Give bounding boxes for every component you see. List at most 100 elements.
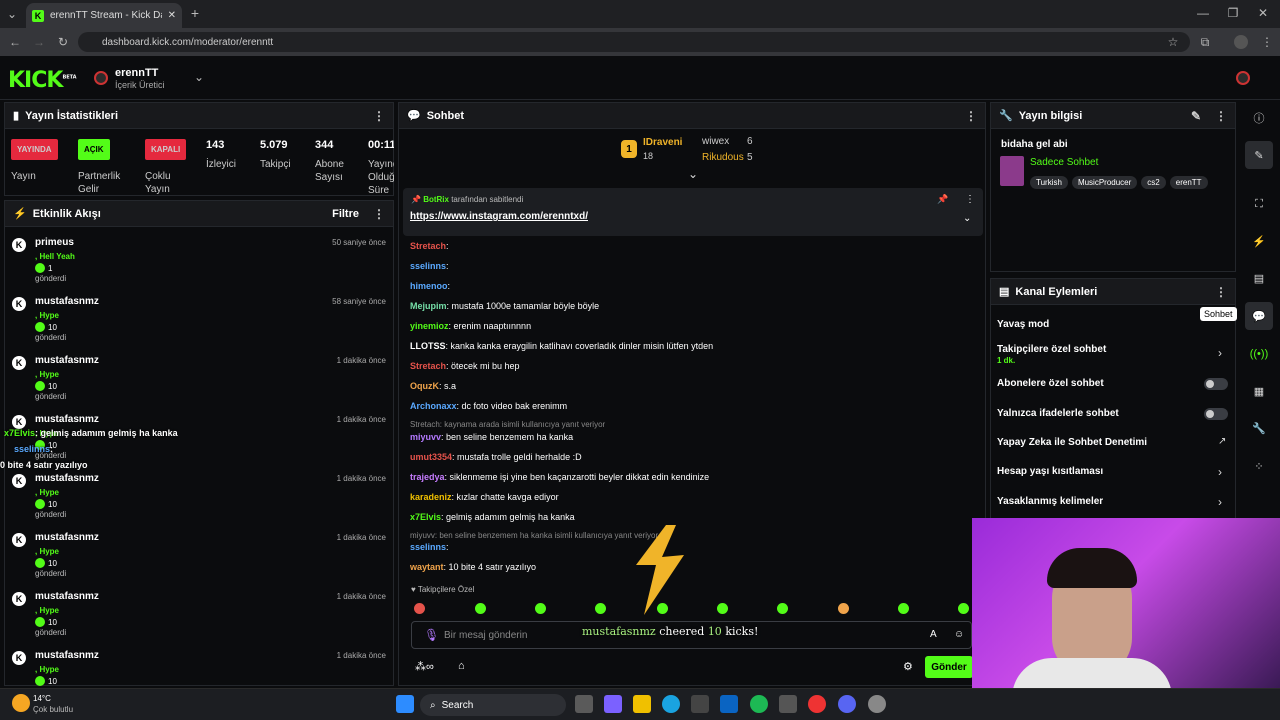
chat-username[interactable]: yinemioz (410, 321, 449, 331)
activity-user[interactable]: mustafasnmz (35, 650, 99, 661)
pinned-expand-icon[interactable]: ⌄ (963, 213, 971, 224)
file-explorer-icon[interactable] (633, 695, 651, 713)
subs-chat-toggle[interactable] (1204, 378, 1228, 390)
forward-icon[interactable]: → (32, 35, 46, 49)
send-button[interactable]: Gönder (925, 656, 973, 678)
emoji-icon[interactable]: ☺ (954, 629, 964, 640)
chat-username[interactable]: miyuvv (410, 432, 441, 442)
apps-icon[interactable]: ⁘ (1245, 452, 1273, 480)
spotify-icon[interactable] (750, 695, 768, 713)
edit-stream-icon[interactable]: ✎ (1191, 109, 1201, 123)
activity-user[interactable]: mustafasnmz (35, 296, 99, 307)
emote-icon[interactable] (898, 603, 909, 614)
copilot-icon[interactable] (604, 695, 622, 713)
banned-words-chevron-icon[interactable]: › (1218, 495, 1222, 509)
tag[interactable]: MusicProducer (1071, 176, 1138, 189)
chat-username[interactable]: karadeniz (410, 492, 452, 502)
emote-icon[interactable] (595, 603, 606, 614)
layout-icon[interactable]: ▦ (1245, 377, 1273, 405)
chat-settings-icon[interactable]: ⚙ (903, 660, 913, 673)
translate-icon[interactable]: A (930, 629, 937, 640)
chat-username[interactable]: sselinns (410, 542, 446, 552)
address-bar[interactable]: dashboard.kick.com/moderator/erenntt (78, 32, 1190, 52)
chat-username[interactable]: waytant (410, 562, 444, 572)
category-name[interactable]: Sadece Sohbet (1030, 157, 1098, 168)
followers-chat-label[interactable]: Takipçilere özel sohbet (997, 344, 1106, 355)
tab-list-icon[interactable]: ⌄ (4, 6, 20, 22)
chat-username[interactable]: LLOTSS (410, 341, 446, 351)
activity-user[interactable]: mustafasnmz (35, 473, 99, 484)
weather-icon[interactable] (12, 694, 30, 712)
stats-menu-icon[interactable]: ⋮ (373, 109, 385, 123)
pinned-link[interactable]: https://www.instagram.com/erenntxd/ (410, 211, 588, 222)
edge-icon[interactable] (662, 695, 680, 713)
slow-mode-label[interactable]: Yavaş mod (997, 319, 1049, 330)
banned-words-label[interactable]: Yasaklanmış kelimeler (997, 496, 1103, 507)
chat-bubble-icon[interactable]: 💬 (1245, 302, 1273, 330)
chat-username[interactable]: x7Elvis (410, 512, 441, 522)
activity-user[interactable]: mustafasnmz (35, 591, 99, 602)
tag[interactable]: cs2 (1141, 176, 1166, 189)
emote-chat-toggle[interactable] (1204, 408, 1228, 420)
broadcast-icon[interactable]: ((•)) (1245, 340, 1273, 368)
chat-username[interactable]: sselinns (410, 261, 446, 271)
channel-avatar[interactable] (94, 71, 108, 85)
bookmark-star-icon[interactable]: ☆ (1166, 35, 1180, 49)
tag[interactable]: erenTT (1169, 176, 1208, 189)
info-icon[interactable]: ⓘ (1245, 104, 1273, 132)
activity-bolt-icon[interactable]: ⚡ (1245, 227, 1273, 255)
minimize-icon[interactable]: — (1196, 6, 1210, 20)
emote-icon[interactable] (535, 603, 546, 614)
browser-tab[interactable]: K erennTT Stream - Kick Dashboard ✕ (26, 3, 182, 28)
outlook-icon[interactable] (720, 695, 738, 713)
obs-icon[interactable] (868, 695, 886, 713)
stream-info-menu-icon[interactable]: ⋮ (1215, 109, 1227, 123)
pinned-menu-icon[interactable]: ⋮ (965, 194, 975, 205)
channel-actions-menu-icon[interactable]: ⋮ (1215, 285, 1227, 299)
discord-icon[interactable] (838, 695, 856, 713)
tag[interactable]: Turkish (1030, 176, 1068, 189)
leader-1-name[interactable]: IDraveni (643, 137, 682, 148)
chat-username[interactable]: Stretach (410, 241, 446, 251)
channel-switch-chevron-icon[interactable]: ⌄ (192, 70, 206, 84)
store-app-icon[interactable] (691, 695, 709, 713)
kick-logo[interactable]: KICKBETA (8, 68, 77, 93)
extensions-icon[interactable]: ⧉ (1198, 35, 1212, 49)
emote-icon[interactable] (958, 603, 969, 614)
activity-user[interactable]: mustafasnmz (35, 532, 99, 543)
profile-avatar[interactable] (1234, 35, 1248, 49)
back-icon[interactable]: ← (8, 35, 22, 49)
mic-icon[interactable]: 🎙 (424, 628, 439, 642)
new-tab-icon[interactable]: + (188, 5, 202, 21)
windows-start-icon[interactable] (396, 695, 414, 713)
reload-icon[interactable]: ↻ (56, 35, 70, 49)
filter-button[interactable]: Filtre (332, 208, 359, 220)
activity-user[interactable]: primeus (35, 237, 74, 248)
chat-username[interactable]: Mejupim (410, 301, 447, 311)
emote-icon[interactable] (414, 603, 425, 614)
store-icon[interactable]: ⌂ (458, 660, 465, 672)
activity-user[interactable]: mustafasnmz (35, 355, 99, 366)
chat-username[interactable]: umut3354 (410, 452, 452, 462)
edit-icon[interactable]: ✎ (1245, 141, 1273, 169)
chat-username[interactable]: Stretach (410, 361, 446, 371)
emote-icon[interactable] (838, 603, 849, 614)
user-avatar[interactable] (1236, 71, 1250, 85)
restore-icon[interactable]: ❐ (1226, 6, 1240, 20)
browser-menu-icon[interactable]: ⋮ (1260, 35, 1274, 49)
task-view-icon[interactable] (575, 695, 593, 713)
leader-2-name[interactable]: wiwex (702, 136, 729, 147)
tools-icon[interactable]: 🔧 (1245, 414, 1273, 442)
followers-chat-chevron-icon[interactable]: › (1218, 346, 1222, 360)
chat-username[interactable]: himenoo (410, 281, 448, 291)
activity-menu-icon[interactable]: ⋮ (373, 207, 385, 221)
notes-icon[interactable]: ▤ (1245, 264, 1273, 292)
chat-menu-icon[interactable]: ⋮ (965, 109, 977, 123)
fullscreen-icon[interactable]: ⛶ (1245, 190, 1273, 218)
chrome-icon[interactable] (808, 695, 826, 713)
ai-moderation-label[interactable]: Yapay Zeka ile Sohbet Denetimi (997, 437, 1147, 448)
collapse-leaderboard-icon[interactable]: ⌄ (686, 167, 700, 181)
emote-icon[interactable] (475, 603, 486, 614)
tab-close-icon[interactable]: ✕ (168, 10, 176, 21)
app-icon[interactable] (779, 695, 797, 713)
